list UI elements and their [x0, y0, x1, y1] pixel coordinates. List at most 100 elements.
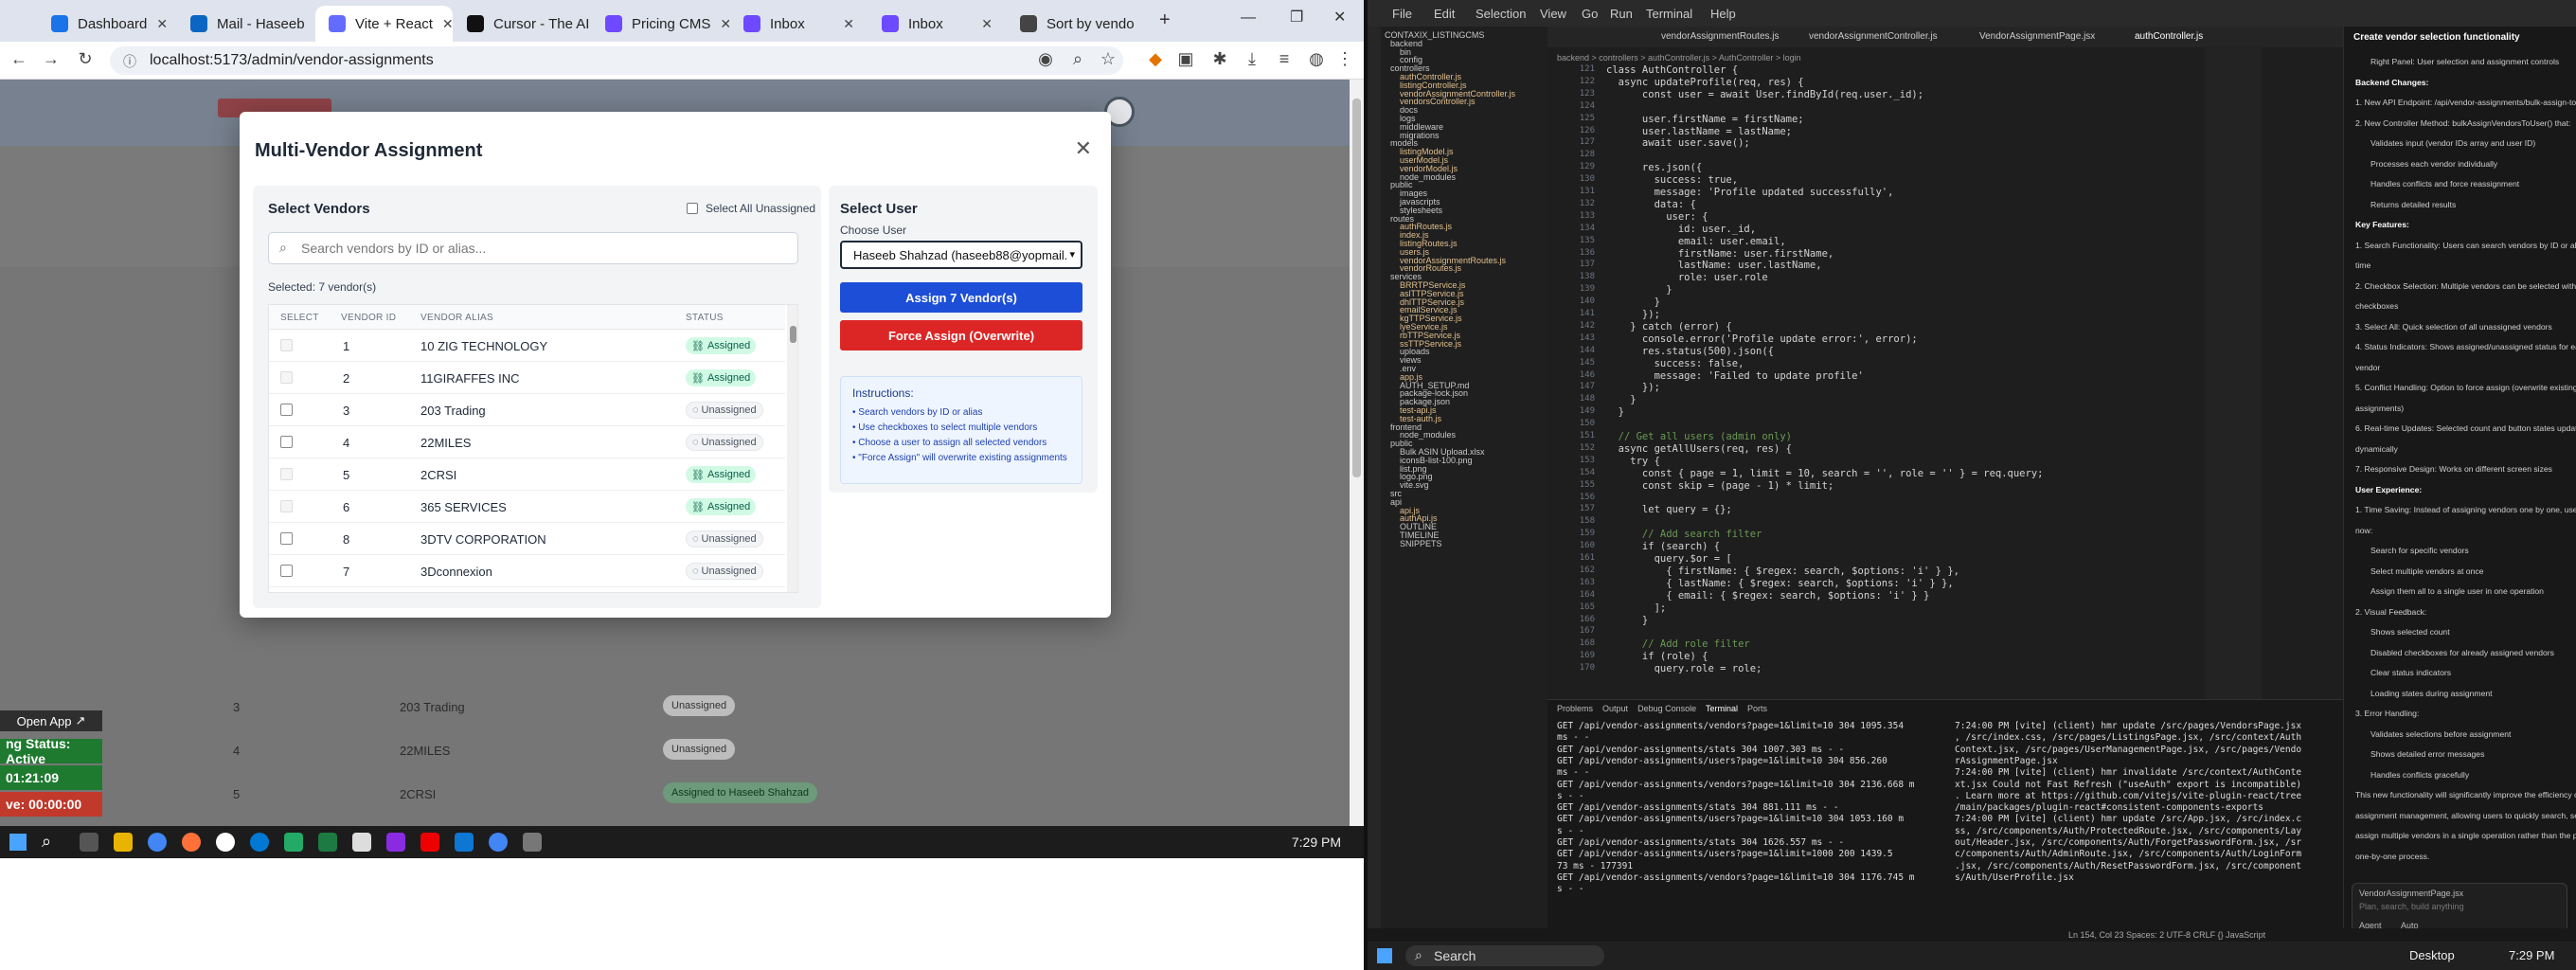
code-line[interactable]: firstName: user.firstName, [1606, 248, 1834, 260]
code-line[interactable]: const skip = (page - 1) * limit; [1606, 480, 1834, 492]
table-scrollbar[interactable] [787, 305, 797, 592]
code-line[interactable]: success: true, [1606, 174, 1739, 186]
code-line[interactable]: } [1606, 394, 1636, 405]
code-line[interactable]: const user = await User.findById(req.use… [1606, 89, 1923, 100]
panel-tab[interactable]: Output [1602, 704, 1628, 713]
code-line[interactable]: if (role) { [1606, 651, 1708, 662]
code-line[interactable]: } [1606, 406, 1624, 418]
code-line[interactable]: message: 'Profile updated successfully', [1606, 187, 1894, 198]
code-line[interactable]: }); [1606, 382, 1660, 393]
minimap[interactable] [2205, 45, 2262, 699]
firefox-icon[interactable] [182, 833, 201, 852]
code-line[interactable]: user: { [1606, 211, 1708, 223]
editor-tab[interactable]: vendorAssignmentController.js [1809, 31, 1938, 42]
app-icon[interactable] [352, 833, 371, 852]
code-line[interactable]: lastName: user.lastName, [1606, 260, 1822, 271]
code-line[interactable]: } [1606, 615, 1648, 626]
media-icon[interactable]: ≡ [1273, 49, 1296, 69]
panel-tab-active[interactable]: Terminal [1706, 704, 1738, 713]
explorer-item[interactable]: vite.svg [1400, 480, 1429, 490]
excel-icon[interactable] [318, 833, 337, 852]
url-field[interactable]: ⓘ localhost:5173/admin/vendor-assignments [110, 46, 1123, 75]
extension-icon[interactable]: ▣ [1174, 49, 1197, 69]
code-line[interactable]: data: { [1606, 199, 1696, 210]
eye-icon[interactable]: ◉ [1034, 49, 1057, 69]
vendor-search-input[interactable]: ⌕ Search vendors by ID or alias... [268, 232, 798, 264]
browser-tab[interactable]: Dashboard ✕ [38, 6, 175, 42]
file-explorer-icon[interactable] [114, 833, 133, 852]
code-line[interactable]: try { [1606, 456, 1660, 467]
code-line[interactable]: class AuthController { [1606, 64, 1738, 76]
panel-tab[interactable]: Problems [1557, 704, 1593, 713]
code-line[interactable]: } [1606, 296, 1660, 308]
browser-tab[interactable]: Inbox ✕ [730, 6, 868, 42]
menu-item-file[interactable]: File [1392, 7, 1412, 21]
download-icon[interactable]: ⤓ [1241, 49, 1263, 69]
vscode-icon[interactable] [455, 833, 474, 852]
editor-tab[interactable]: vendorAssignmentRoutes.js [1661, 31, 1780, 42]
code-line[interactable]: res.status(500).json({ [1606, 346, 1774, 357]
menu-item-go[interactable]: Go [1582, 7, 1598, 21]
code-line[interactable]: }); [1606, 309, 1660, 320]
scrollbar-thumb[interactable] [790, 326, 796, 343]
back-icon[interactable]: ← [8, 49, 30, 69]
code-line[interactable]: { lastName: { $regex: search, $options: … [1606, 578, 1953, 589]
code-line[interactable]: console.error('Profile update error:', e… [1606, 333, 1918, 345]
menu-icon[interactable]: ⋮ [1333, 49, 1356, 69]
vendor-checkbox[interactable] [280, 404, 293, 416]
site-info-icon[interactable]: ⓘ [123, 52, 136, 71]
code-line[interactable]: const { page = 1, limit = 10, search = '… [1606, 468, 2044, 479]
code-line[interactable]: ]; [1606, 602, 1667, 614]
chrome-icon[interactable] [489, 833, 508, 852]
code-line[interactable]: role: user.role [1606, 272, 1768, 283]
profile-icon[interactable]: ◍ [1305, 49, 1328, 69]
menu-item-terminal[interactable]: Terminal [1646, 7, 1692, 21]
code-line[interactable]: // Add role filter [1606, 638, 1750, 650]
minimize-icon[interactable]: — [1241, 9, 1256, 27]
editor-tab[interactable]: VendorAssignmentPage.jsx [1979, 31, 2095, 42]
browser-tab[interactable]: Pricing CMS ✕ [592, 6, 729, 42]
close-icon[interactable]: ✕ [843, 16, 854, 32]
code-line[interactable]: query.role = role; [1606, 663, 1762, 674]
forward-icon[interactable]: → [40, 49, 63, 69]
code-line[interactable]: { firstName: { $regex: search, $options:… [1606, 566, 1959, 577]
page-scrollbar[interactable] [1350, 80, 1364, 826]
star-icon[interactable]: ☆ [1097, 49, 1119, 69]
vendor-checkbox[interactable] [280, 436, 293, 448]
menu-item-help[interactable]: Help [1710, 7, 1736, 21]
new-tab-icon[interactable]: + [1159, 9, 1171, 31]
start-icon[interactable] [9, 834, 27, 851]
maximize-icon[interactable]: ❐ [1290, 8, 1303, 27]
open-app-button[interactable]: Open App ↗ [0, 710, 102, 731]
close-icon[interactable]: ✕ [981, 16, 993, 32]
code-line[interactable]: // Get all users (admin only) [1606, 431, 1792, 442]
taskbar-search[interactable]: ⌕ Search [1405, 945, 1604, 966]
code-line[interactable]: success: false, [1606, 358, 1744, 369]
code-line[interactable]: // Add search filter [1606, 529, 1762, 540]
browser-tab-active[interactable]: Vite + React ✕ [315, 6, 453, 42]
browser-tab[interactable]: Mail - Haseeb✕ [177, 6, 314, 42]
force-assign-button[interactable]: Force Assign (Overwrite) [840, 320, 1082, 350]
app-icon[interactable] [284, 833, 303, 852]
code-line[interactable]: } catch (error) { [1606, 321, 1731, 332]
start-icon[interactable] [1377, 948, 1392, 963]
code-line[interactable]: if (search) { [1606, 541, 1720, 552]
zoom-icon[interactable]: ⌕ [1066, 49, 1089, 69]
app-icon[interactable] [523, 833, 542, 852]
reload-icon[interactable]: ↻ [74, 49, 97, 69]
code-line[interactable]: let query = {}; [1606, 504, 1732, 515]
browser-tab[interactable]: Sort by vendo✕ [1007, 6, 1144, 42]
chrome-icon[interactable] [148, 833, 167, 852]
code-line[interactable]: } [1606, 284, 1672, 296]
onenote-icon[interactable] [386, 833, 405, 852]
vendor-checkbox[interactable] [280, 532, 293, 545]
code-line[interactable]: query.$or = [ [1606, 553, 1732, 565]
menu-item-view[interactable]: View [1540, 7, 1566, 21]
search-icon[interactable]: ⌕ [42, 832, 51, 852]
code-line[interactable]: { email: { $regex: search, $options: 'i'… [1606, 590, 1929, 602]
panel-tab[interactable]: Debug Console [1637, 704, 1696, 713]
browser-tab[interactable]: Inbox ✕ [868, 6, 1006, 42]
code-line[interactable]: async getAllUsers(req, res) { [1606, 443, 1792, 455]
app-icon[interactable] [250, 833, 269, 852]
close-icon[interactable]: ✕ [1075, 136, 1092, 161]
